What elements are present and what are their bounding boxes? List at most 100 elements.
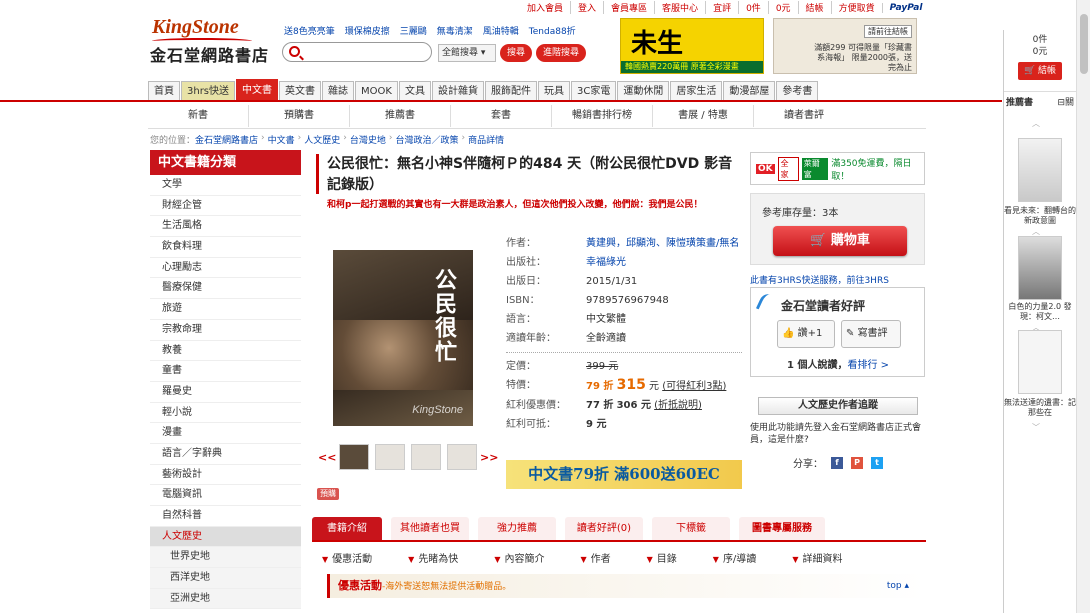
- nav-tab-english-books[interactable]: 英文書: [279, 81, 322, 101]
- recommend-book-caption[interactable]: 白色的力量2.0 發現：柯文…: [1004, 302, 1076, 322]
- thumbnail[interactable]: [375, 444, 405, 470]
- sidebar-item[interactable]: 輕小說: [150, 403, 301, 424]
- hotword[interactable]: Tenda88折: [529, 24, 576, 37]
- sidebar-item[interactable]: 醫療保健: [150, 278, 301, 300]
- sidebar-subitem[interactable]: 世界史地: [150, 547, 301, 569]
- logo[interactable]: KingStone: [152, 16, 239, 39]
- tab-tags[interactable]: 下標籤: [652, 517, 730, 540]
- sidebar-item[interactable]: 電腦資訊: [150, 485, 301, 506]
- hotword[interactable]: 送8色亮亮筆: [284, 24, 335, 37]
- logo-cn[interactable]: 金石堂網路書店: [150, 42, 269, 66]
- sidebar-item[interactable]: 語言／字辭典: [150, 444, 301, 465]
- member-text[interactable]: 使用此功能請先登入金石堂網路書店正式會員，這是什麼?: [750, 422, 925, 446]
- sidebar-item[interactable]: 文學: [150, 175, 301, 196]
- nav-tab-reference[interactable]: 參考書: [776, 81, 819, 101]
- facebook-share-icon[interactable]: f: [831, 456, 843, 469]
- thumbnail[interactable]: [411, 444, 441, 470]
- sidebar-item[interactable]: 教養: [150, 341, 301, 362]
- secnav-item[interactable]: ▼ 內容簡介: [494, 550, 562, 565]
- nav-tab-toys[interactable]: 玩具: [537, 81, 570, 101]
- thumb-next-button[interactable]: >>: [480, 451, 498, 464]
- paypal-link[interactable]: PayPal: [881, 2, 930, 13]
- write-review-button[interactable]: ✎ 寫書評: [841, 320, 901, 348]
- thumb-prev-button[interactable]: <<: [318, 451, 336, 464]
- like-button[interactable]: 👍 讚+1: [777, 320, 835, 348]
- secnav-item[interactable]: ▼ 序/導讀: [713, 550, 775, 565]
- secnav-item[interactable]: ▼ 詳細資料: [792, 550, 860, 565]
- checkout-link[interactable]: 結帳: [797, 1, 831, 14]
- breadcrumb-item[interactable]: 台灣政治／政策: [396, 133, 459, 146]
- preview-button[interactable]: 預購: [317, 488, 339, 500]
- convenient-pickup-link[interactable]: 方便取貨: [830, 1, 882, 14]
- nav-tab-3hrs[interactable]: 3hrs快送: [181, 81, 236, 101]
- ad-banner-poster[interactable]: 請前往結帳 滿額299 可得限量「珍藏書系海報」 限量2000張，送完為止: [773, 18, 917, 74]
- recommend-book-cover[interactable]: [1018, 236, 1062, 300]
- hotword[interactable]: 風油特輯: [483, 24, 519, 37]
- recommend-book-cover[interactable]: [1018, 138, 1062, 202]
- bonus-note[interactable]: (折抵說明): [654, 400, 702, 411]
- nav-tab-design[interactable]: 設計雜貨: [431, 81, 484, 101]
- sidebar-item[interactable]: 飲食料理: [150, 237, 301, 258]
- tab-recommend[interactable]: 強力推薦: [478, 517, 556, 540]
- sidebar-item[interactable]: 財經企管: [150, 196, 301, 217]
- hotword[interactable]: 環保棉皮擦: [345, 24, 390, 37]
- search-scope-select[interactable]: 全館搜尋 ▾: [438, 44, 496, 62]
- nav-tab-home-living[interactable]: 居家生活: [670, 81, 723, 101]
- subnav-sales[interactable]: 書展 / 特惠: [653, 105, 754, 127]
- breadcrumb-item[interactable]: 金石堂網路書店: [195, 133, 258, 146]
- thumbnail[interactable]: [339, 444, 369, 470]
- member-area-link[interactable]: 會員專區: [603, 1, 654, 14]
- advanced-search-button[interactable]: 進階搜尋: [536, 44, 586, 62]
- sidebar-item[interactable]: 羅曼史: [150, 382, 301, 403]
- secnav-item[interactable]: ▼ 目錄: [647, 550, 695, 565]
- scrollbar-thumb[interactable]: [1080, 14, 1088, 74]
- mini-checkout-button[interactable]: 🛒 結帳: [1017, 62, 1063, 80]
- subnav-preorder[interactable]: 預購書: [249, 105, 350, 127]
- back-to-top-link[interactable]: top ▴: [887, 574, 909, 598]
- breadcrumb-item[interactable]: 台灣史地: [350, 133, 386, 146]
- follow-author-button[interactable]: 人文歷史作者追蹤: [758, 397, 918, 415]
- nav-tab-stationery[interactable]: 文具: [398, 81, 431, 101]
- author-value[interactable]: 黃建興，邱顯洵、陳愷璜策畫/無名: [586, 236, 742, 251]
- nav-tab-mook[interactable]: MOOK: [355, 81, 398, 101]
- sidebar-item[interactable]: 心理勵志: [150, 258, 301, 279]
- breadcrumb-item[interactable]: 商品詳情: [468, 133, 504, 146]
- subnav-recommended[interactable]: 推薦書: [350, 105, 451, 127]
- login-link[interactable]: 登入: [570, 1, 603, 14]
- nav-tab-apparel[interactable]: 服飾配件: [484, 81, 537, 101]
- recommend-book-caption[interactable]: 無法送達的遺書：記那些在: [1004, 398, 1076, 418]
- sidebar-item[interactable]: 生活風格: [150, 216, 301, 238]
- nav-tab-anime[interactable]: 動漫部屋: [723, 81, 776, 101]
- breadcrumb-item[interactable]: 人文歷史: [304, 133, 340, 146]
- sidebar-item[interactable]: 童書: [150, 361, 301, 382]
- hrs-link[interactable]: 此書有3HRS快送服務，前往3HRS: [750, 273, 925, 286]
- review-rank-link[interactable]: 看排行 >: [847, 360, 889, 371]
- hotword[interactable]: 無毒清潔: [437, 24, 473, 37]
- hotword[interactable]: 三麗鷗: [400, 24, 427, 37]
- tab-book-intro[interactable]: 書籍介紹: [312, 517, 382, 540]
- chevron-down-icon[interactable]: ﹀: [1032, 422, 1040, 433]
- subnav-sets[interactable]: 套書: [451, 105, 552, 127]
- secnav-item[interactable]: ▼ 先睹為快: [408, 550, 476, 565]
- store-pickup-box[interactable]: OK 全家 萊爾富 滿350免運費，隔日取！: [750, 152, 925, 185]
- thumbnail[interactable]: [447, 444, 477, 470]
- tab-book-service[interactable]: 圖書專屬服務: [739, 517, 825, 540]
- special-note[interactable]: (可得紅利3點): [662, 381, 726, 392]
- subnav-reviews[interactable]: 讀者書評: [754, 105, 854, 127]
- add-to-cart-button[interactable]: 🛒 購物車: [773, 226, 907, 256]
- nav-tab-3c[interactable]: 3C家電: [570, 81, 617, 101]
- recommend-collapse-button[interactable]: ⊟關: [1057, 95, 1074, 108]
- sidebar-item[interactable]: 藝術設計: [150, 465, 301, 486]
- page-scrollbar[interactable]: [1076, 0, 1090, 613]
- plurk-share-icon[interactable]: P: [851, 456, 863, 469]
- nav-tab-home[interactable]: 首頁: [148, 81, 180, 101]
- secnav-item[interactable]: ▼ 優惠活動: [322, 550, 390, 565]
- nav-tab-sports[interactable]: 運動休閒: [617, 81, 670, 101]
- banner-tag[interactable]: 請前往結帳: [864, 25, 912, 38]
- sidebar-subitem[interactable]: 西洋史地: [150, 568, 301, 589]
- subnav-bestsellers[interactable]: 暢銷書排行榜: [552, 105, 653, 127]
- subnav-new[interactable]: 新書: [148, 105, 249, 127]
- chevron-up-icon[interactable]: ︿: [1032, 118, 1040, 129]
- tab-others-bought[interactable]: 其他讀者也買: [391, 517, 469, 540]
- sidebar-item[interactable]: 漫畫: [150, 423, 301, 444]
